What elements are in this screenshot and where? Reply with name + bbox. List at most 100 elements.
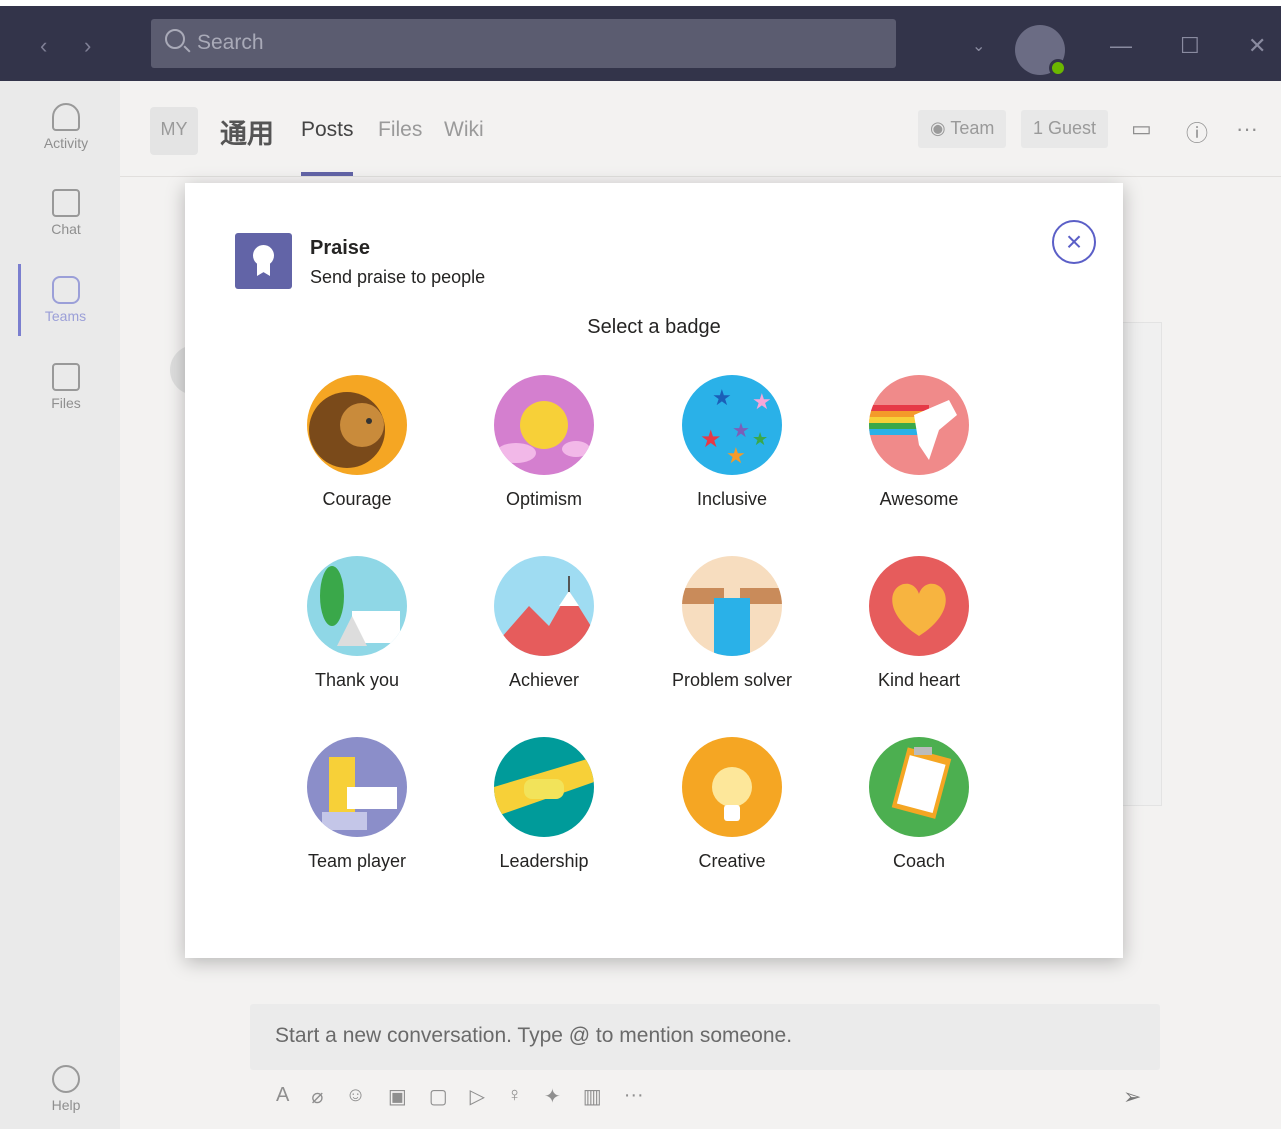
app-rail: Activity Chat Teams Files Help (0, 81, 120, 1129)
app-icon[interactable]: ✦ (544, 1084, 561, 1110)
stars-icon: ★ ★ ★ ★ ★ ★ (682, 375, 782, 475)
clipboard-icon (869, 737, 969, 837)
svg-text:★: ★ (700, 426, 722, 453)
send-icon[interactable]: ➢ (1123, 1084, 1141, 1110)
close-icon: × (1065, 226, 1083, 257)
badge-coach[interactable]: Coach (834, 737, 1004, 872)
rail-item-label: Activity (43, 135, 89, 151)
info-icon[interactable]: ⓘ (1186, 116, 1208, 148)
badge-label: Kind heart (877, 670, 961, 690)
meet-now-icon[interactable]: ▭ (1131, 116, 1152, 142)
badge-label: Thank you (314, 670, 400, 690)
select-badge-label: Select a badge (587, 316, 721, 338)
svg-text:★: ★ (726, 443, 746, 468)
badge-label: Optimism (506, 489, 582, 509)
title-bar: ‹ › Search ⌄ — ☐ ✕ (0, 0, 1281, 81)
sticker-icon[interactable]: ▢ (429, 1084, 448, 1110)
dialog-subtitle: Send praise to people (310, 267, 486, 287)
maximize-icon[interactable]: ☐ (1180, 33, 1200, 59)
rail-item-chat[interactable]: Chat (20, 189, 112, 237)
close-dialog-button[interactable]: × (1052, 220, 1096, 264)
badge-achiever[interactable]: Achiever (459, 556, 629, 691)
tab-posts[interactable]: Posts (301, 118, 354, 142)
eye-icon: ◉ (930, 118, 951, 138)
teams-app: ‹ › Search ⌄ — ☐ ✕ Activity Chat Teams F… (0, 0, 1281, 1129)
badge-optimism[interactable]: Optimism (459, 375, 629, 510)
compose-input[interactable]: Start a new conversation. Type @ to ment… (250, 1004, 1160, 1070)
praise-app-icon (235, 233, 292, 289)
unicorn-icon (869, 375, 969, 475)
channel-name: 通用 (220, 119, 274, 149)
badge-team-player[interactable]: Team player (272, 737, 442, 872)
mountain-icon (494, 556, 594, 656)
format-icon[interactable]: A (276, 1084, 289, 1110)
chevron-down-icon[interactable]: ⌄ (972, 36, 985, 56)
badge-label: Awesome (879, 489, 959, 509)
badge-leadership[interactable]: Leadership (459, 737, 629, 872)
team-avatar[interactable]: MY (150, 107, 198, 155)
tab-files[interactable]: Files (378, 118, 422, 142)
badge-creative[interactable]: Creative (647, 737, 817, 872)
attach-icon[interactable]: ⌀ (311, 1084, 323, 1110)
guest-button[interactable]: 1 Guest (1021, 110, 1109, 148)
file-icon (52, 363, 80, 391)
badge-label: Leadership (499, 851, 589, 871)
more-options-icon[interactable]: ··· (1236, 116, 1258, 142)
badge-courage[interactable]: Courage (272, 375, 442, 510)
rail-item-label: Help (51, 1097, 81, 1113)
rail-item-help[interactable]: Help (20, 1065, 112, 1113)
team-button[interactable]: ◉ Team (918, 110, 1007, 148)
avatar[interactable] (1015, 25, 1067, 77)
chat-icon (52, 189, 80, 217)
emoji-icon[interactable]: ☺ (345, 1084, 365, 1110)
badge-label: Inclusive (696, 489, 768, 509)
thank-you-card-icon (307, 556, 407, 656)
svg-text:★: ★ (752, 429, 768, 449)
sun-icon (494, 375, 594, 475)
tab-wiki[interactable]: Wiki (444, 118, 484, 142)
badge-awesome[interactable]: Awesome (834, 375, 1004, 510)
joined-arms-icon (307, 737, 407, 837)
search-input[interactable]: Search (151, 19, 896, 68)
meet-icon[interactable]: ▷ (470, 1084, 485, 1110)
dialog-title: Praise (310, 237, 371, 259)
badge-problem-solver[interactable]: Problem solver (647, 556, 817, 691)
close-icon[interactable]: ✕ (1248, 33, 1266, 59)
gif-icon[interactable]: ▣ (388, 1084, 407, 1110)
badge-thank-you[interactable]: Thank you (272, 556, 442, 691)
rail-item-label: Files (51, 395, 81, 411)
stream-icon[interactable]: ▥ (583, 1084, 602, 1110)
more-icon[interactable]: ··· (624, 1084, 644, 1110)
svg-text:★: ★ (732, 420, 750, 442)
lion-icon (307, 375, 407, 475)
help-icon (52, 1065, 80, 1093)
svg-text:★: ★ (712, 385, 732, 410)
badge-inclusive[interactable]: ★ ★ ★ ★ ★ ★ Inclusive (647, 375, 817, 510)
badge-label: Coach (892, 851, 946, 871)
praise-dialog: Praise Send praise to people × Select a … (185, 183, 1123, 958)
compose-placeholder: Start a new conversation. Type @ to ment… (275, 1024, 793, 1047)
badge-label: Team player (307, 851, 407, 871)
badge-label: Problem solver (671, 670, 793, 690)
search-icon (165, 29, 185, 49)
compose-toolbar: A ⌀ ☺ ▣ ▢ ▷ ♀ ✦ ▥ ··· (276, 1084, 644, 1110)
team-pill-label: Team (950, 118, 995, 138)
badge-label: Creative (698, 851, 766, 871)
chevron-left-icon[interactable]: ‹ (40, 33, 47, 59)
rail-item-files[interactable]: Files (20, 363, 112, 411)
minimize-icon[interactable]: — (1110, 33, 1132, 59)
handshake-icon (494, 737, 594, 837)
bell-icon (52, 103, 80, 131)
rail-item-teams[interactable]: Teams (18, 264, 110, 336)
rail-item-label: Chat (51, 221, 81, 237)
badge-label: Courage (322, 489, 392, 509)
rail-item-activity[interactable]: Activity (20, 103, 112, 151)
search-placeholder: Search (197, 31, 264, 54)
badge-kind-heart[interactable]: Kind heart (834, 556, 1004, 691)
praise-icon[interactable]: ♀ (507, 1084, 522, 1110)
active-tab-indicator (301, 172, 353, 176)
heart-hands-icon (869, 556, 969, 656)
svg-text:★: ★ (752, 389, 772, 414)
lightbulb-icon (682, 737, 782, 837)
chevron-right-icon[interactable]: › (84, 33, 91, 59)
